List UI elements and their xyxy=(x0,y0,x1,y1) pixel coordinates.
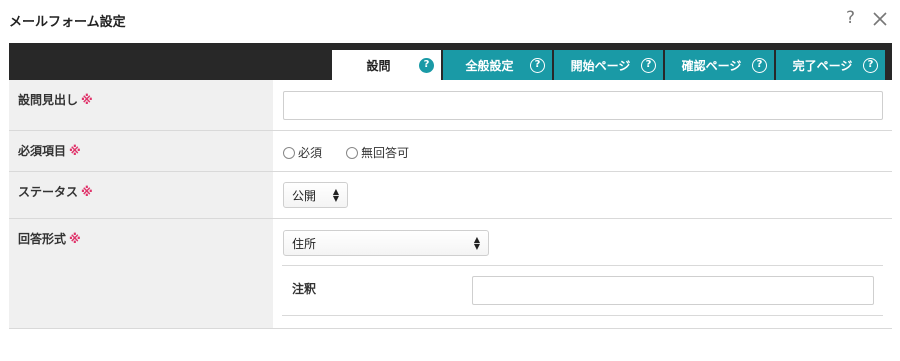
tab-bar: 設問 ? 全般設定 ? 開始ページ ? 確認ページ ? 完了ページ ? xyxy=(9,43,892,80)
select-arrows-icon: ▲ ▼ xyxy=(332,187,339,203)
radio-label: 無回答可 xyxy=(361,146,410,160)
required-label: 必須項目 ※ xyxy=(9,131,273,171)
radio-label: 必須 xyxy=(298,146,323,160)
answer-type-label-text: 回答形式 xyxy=(18,232,67,246)
tab-label: 開始ページ xyxy=(570,58,631,73)
answer-type-field: 住所 ▲ ▼ 注釈 xyxy=(273,219,892,328)
answer-type-label: 回答形式 ※ xyxy=(9,219,273,328)
radio-required[interactable]: 必須 xyxy=(283,144,322,161)
status-label: ステータス ※ xyxy=(9,172,273,218)
tab-start-page[interactable]: 開始ページ ? xyxy=(554,50,663,80)
question-circle-icon[interactable]: ? xyxy=(641,57,656,73)
note-label: 注釈 xyxy=(292,282,317,296)
heading-row: 設問見出し ※ xyxy=(9,80,892,131)
heading-label-text: 設問見出し xyxy=(18,93,79,107)
note-input[interactable] xyxy=(472,276,874,305)
radio-optional[interactable]: 無回答可 xyxy=(346,144,409,161)
required-mark: ※ xyxy=(81,93,93,107)
heading-field xyxy=(273,80,892,130)
select-arrows-icon: ▲ ▼ xyxy=(473,235,480,251)
radio-circle-icon[interactable] xyxy=(283,146,295,159)
required-mark: ※ xyxy=(69,144,81,158)
radio-circle-icon[interactable] xyxy=(346,146,358,159)
answer-type-row: 回答形式 ※ 住所 ▲ ▼ 注釈 xyxy=(9,219,892,329)
question-circle-icon[interactable]: ? xyxy=(419,57,434,73)
status-field: 公開 ▲ ▼ xyxy=(273,172,892,218)
dialog-title: メールフォーム設定 xyxy=(9,15,126,30)
status-select[interactable]: 公開 ▲ ▼ xyxy=(283,182,348,208)
answer-type-select[interactable]: 住所 ▲ ▼ xyxy=(283,230,489,256)
tab-complete-page[interactable]: 完了ページ ? xyxy=(776,50,885,80)
status-select-value: 公開 xyxy=(292,188,317,203)
tab-label: 全般設定 xyxy=(465,58,514,73)
tab-question[interactable]: 設問 ? xyxy=(332,50,441,80)
tab-label: 確認ページ xyxy=(681,58,742,73)
tab-label: 設問 xyxy=(366,58,391,73)
note-subrow: 注釈 xyxy=(282,265,883,316)
required-field: 必須 無回答可 xyxy=(273,131,892,171)
heading-label: 設問見出し ※ xyxy=(9,80,273,130)
required-label-text: 必須項目 xyxy=(18,144,67,158)
status-label-text: ステータス xyxy=(18,185,79,199)
question-circle-icon[interactable]: ? xyxy=(863,57,878,73)
help-icon[interactable]: ? xyxy=(846,8,855,28)
required-mark: ※ xyxy=(69,232,81,246)
answer-type-select-value: 住所 xyxy=(292,236,317,251)
question-circle-icon[interactable]: ? xyxy=(752,57,767,73)
question-circle-icon[interactable]: ? xyxy=(530,57,545,73)
status-row: ステータス ※ 公開 ▲ ▼ xyxy=(9,172,892,219)
required-row: 必須項目 ※ 必須 無回答可 xyxy=(9,131,892,172)
tab-general-settings[interactable]: 全般設定 ? xyxy=(443,50,552,80)
close-icon[interactable] xyxy=(871,10,889,28)
tab-label: 完了ページ xyxy=(792,58,853,73)
required-mark: ※ xyxy=(81,185,93,199)
tab-confirm-page[interactable]: 確認ページ ? xyxy=(665,50,774,80)
heading-input[interactable] xyxy=(283,91,883,120)
